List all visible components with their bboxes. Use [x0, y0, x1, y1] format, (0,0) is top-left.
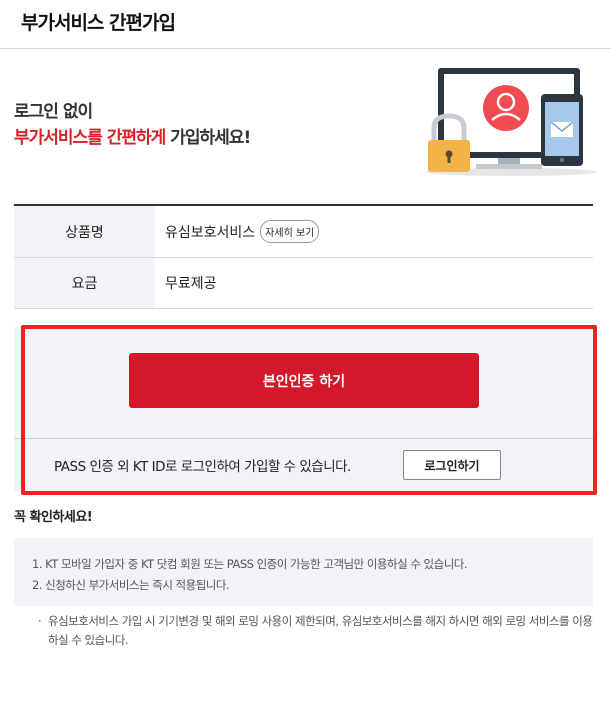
hero-subtitle: 로그인 없이 — [14, 102, 93, 122]
notice-item: 1. KT 모바일 가입자 중 KT 닷컴 회원 또는 PASS 인증이 가능한… — [32, 557, 468, 571]
mail-icon — [550, 121, 574, 137]
hero-title-rest: 가입하세요! — [165, 128, 251, 148]
user-avatar-icon — [483, 85, 529, 131]
notice-box: 1. KT 모바일 가입자 중 KT 닷컴 회원 또는 PASS 인증이 가능한… — [14, 538, 593, 606]
view-details-button[interactable]: 자세히 보기 — [260, 220, 320, 243]
auth-divider — [14, 438, 593, 439]
product-name-cell: 유심보호서비스 자세히 보기 — [155, 206, 593, 257]
notice-item: 2. 신청하신 부가서비스는 즉시 적용됩니다. — [32, 578, 230, 592]
hero-title-highlight: 부가서비스를 간편하게 — [14, 128, 166, 148]
identity-verification-button[interactable]: 본인인증 하기 — [129, 353, 479, 408]
roaming-note-text: 유심보호서비스 가입 시 기기변경 및 해외 로밍 사용이 제한되며, 유심보호… — [48, 614, 593, 647]
product-info-table: 상품명 유심보호서비스 자세히 보기 요금 무료제공 — [14, 204, 593, 309]
signup-illustration — [426, 68, 598, 176]
notice-title: 꼭 확인하세요! — [14, 510, 93, 525]
product-name-label: 상품명 — [14, 206, 155, 257]
login-button[interactable]: 로그인하기 — [403, 450, 501, 480]
fee-label: 요금 — [14, 258, 155, 308]
fee-value: 무료제공 — [165, 276, 217, 292]
hero-title: 부가서비스를 간편하게 가입하세요! — [14, 123, 251, 148]
table-row: 요금 무료제공 — [14, 258, 593, 309]
login-alternative-text: PASS 인증 외 KT ID로 로그인하여 가입할 수 있습니다. — [54, 459, 351, 475]
page-title: 부가서비스 간편가입 — [21, 12, 176, 34]
product-name-value: 유심보호서비스 — [165, 224, 256, 241]
table-row: 상품명 유심보호서비스 자세히 보기 — [14, 206, 593, 258]
roaming-note: · 유심보호서비스 가입 시 기기변경 및 해외 로밍 사용이 제한되며, 유심… — [38, 612, 598, 650]
page-header: 부가서비스 간편가입 — [0, 0, 611, 49]
bullet: · — [38, 614, 42, 628]
